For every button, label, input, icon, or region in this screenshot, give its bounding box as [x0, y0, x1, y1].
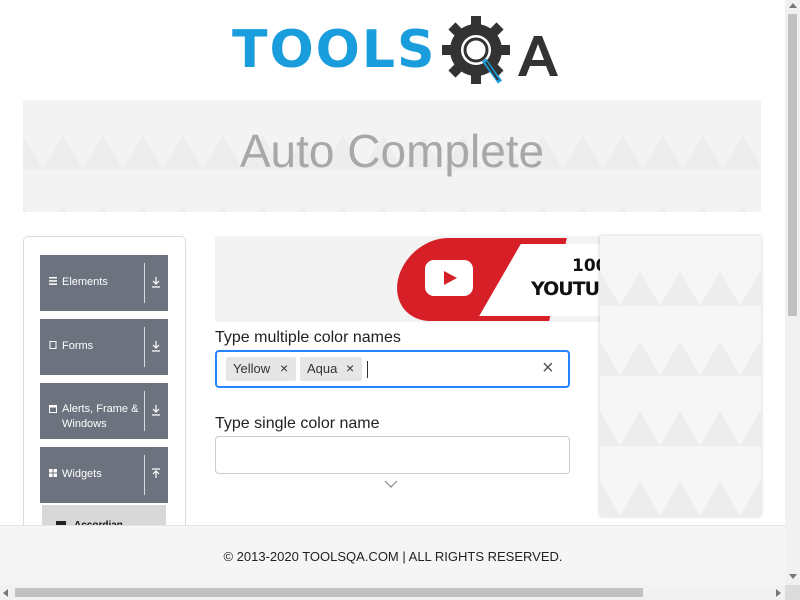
horizontal-scrollbar[interactable] [0, 585, 800, 600]
grid-icon [49, 469, 57, 477]
scroll-up-icon[interactable] [789, 3, 797, 8]
divider [144, 327, 145, 367]
form-icon [49, 341, 57, 349]
vertical-scroll-thumb[interactable] [788, 14, 797, 316]
sidebar-group-widgets[interactable]: Widgets [40, 447, 168, 503]
sidebar-group-elements[interactable]: Elements [40, 255, 168, 311]
footer: © 2013-2020 TOOLSQA.COM | ALL RIGHTS RES… [0, 525, 786, 586]
sidebar-group-label: Elements [62, 276, 108, 288]
sidebar-group-label: Forms [62, 340, 94, 352]
scroll-down-icon[interactable] [789, 574, 797, 579]
page-banner: Auto Complete [23, 100, 761, 212]
window-icon [49, 405, 57, 413]
color-chip-aqua: Aqua × [300, 357, 362, 381]
horizontal-scroll-thumb[interactable] [15, 588, 643, 597]
download-icon[interactable] [150, 275, 162, 289]
chip-remove-icon[interactable]: × [346, 360, 354, 376]
logo-text-tools: TOOLS [232, 20, 437, 80]
side-advertisement[interactable] [600, 236, 761, 516]
sidebar-group-forms[interactable]: Forms [40, 319, 168, 375]
scroll-left-icon[interactable] [3, 589, 8, 597]
chip-label: Aqua [307, 361, 338, 376]
single-color-label: Type single color name [215, 415, 380, 432]
logo-qa-mark [442, 16, 558, 84]
sidebar-group-alerts[interactable]: Alerts, Frame & Windows [40, 383, 168, 439]
text-caret [367, 361, 368, 378]
single-color-input[interactable] [215, 436, 570, 474]
chevron-down-icon [384, 480, 398, 488]
chip-label: Yellow [233, 361, 271, 376]
multi-color-input[interactable]: Yellow × Aqua × × [215, 350, 570, 388]
upload-icon[interactable] [150, 467, 162, 481]
divider [144, 263, 145, 303]
page-title: Auto Complete [239, 125, 545, 177]
youtube-play-icon [425, 260, 473, 296]
divider [144, 391, 145, 431]
color-chip-yellow: Yellow × [226, 357, 296, 381]
download-icon[interactable] [150, 403, 162, 417]
vertical-scrollbar[interactable] [785, 0, 800, 585]
multi-color-label: Type multiple color names [215, 329, 401, 346]
advertisement-banner[interactable]: 100 YOUTUBE [215, 236, 601, 322]
scrollbar-corner [785, 585, 800, 600]
divider [144, 455, 145, 495]
site-logo[interactable]: TOOLS [232, 16, 558, 90]
sidebar-group-label: Widgets [62, 468, 102, 480]
ad-brand-text: YOUTUBE [531, 278, 601, 300]
scroll-right-icon[interactable] [776, 589, 781, 597]
download-icon[interactable] [150, 339, 162, 353]
ad-number-text: 100 [572, 256, 601, 276]
chip-remove-icon[interactable]: × [280, 360, 288, 376]
hamburger-icon [49, 277, 57, 285]
clear-all-icon[interactable]: × [542, 357, 554, 380]
sidebar-group-label: Alerts, Frame & Windows [62, 403, 139, 430]
sidebar: Elements Forms Alerts, Frame & Windows W… [23, 236, 186, 538]
footer-copyright: © 2013-2020 TOOLSQA.COM | ALL RIGHTS RES… [223, 549, 563, 564]
